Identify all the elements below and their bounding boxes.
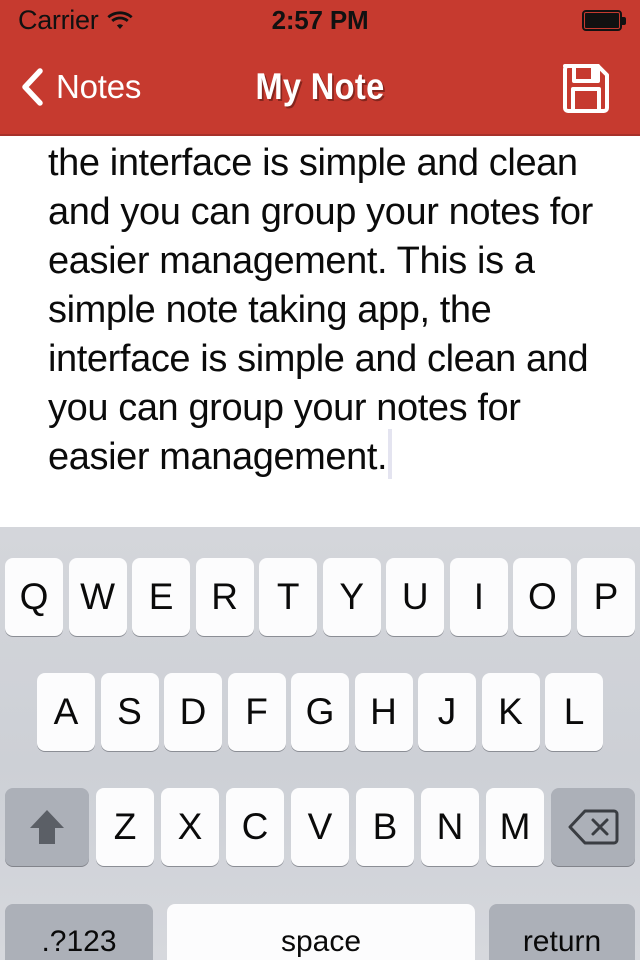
key-g[interactable]: G (291, 673, 349, 751)
key-d[interactable]: D (164, 673, 222, 751)
key-c[interactable]: C (226, 788, 284, 866)
onscreen-keyboard: Q W E R T Y U I O P A S D F G H J K L Z … (0, 527, 640, 960)
keyboard-row-2: A S D F G H J K L (0, 673, 640, 751)
floppy-disk-save-icon (560, 61, 612, 113)
key-y[interactable]: Y (322, 558, 381, 636)
key-r[interactable]: R (195, 558, 254, 636)
return-key[interactable]: return (489, 904, 635, 960)
battery-full-icon (582, 9, 626, 31)
note-body-text[interactable]: This is a simple note taking app, the in… (48, 138, 604, 482)
key-n[interactable]: N (421, 788, 479, 866)
key-u[interactable]: U (386, 558, 445, 636)
note-editor-screen: Carrier 2:57 PM Notes My Note the interf… (0, 0, 640, 960)
status-bar-right (582, 0, 626, 40)
key-v[interactable]: V (291, 788, 349, 866)
shift-arrow-up-icon (25, 807, 69, 847)
key-h[interactable]: H (354, 673, 413, 751)
key-m[interactable]: M (486, 788, 544, 866)
key-x[interactable]: X (161, 788, 219, 866)
key-j[interactable]: J (418, 673, 476, 751)
save-note-button[interactable] (554, 40, 618, 134)
delete-key[interactable] (551, 788, 635, 866)
numeric-mode-key[interactable]: .?123 (5, 904, 153, 960)
backspace-delete-icon (567, 808, 619, 846)
text-caret (388, 429, 392, 479)
status-bar: Carrier 2:57 PM (0, 0, 640, 40)
key-l[interactable]: L (545, 673, 603, 751)
keyboard-row-3: Z X C V B N M (0, 788, 640, 866)
key-s[interactable]: S (100, 673, 159, 751)
keyboard-row-4: .?123 space return (0, 904, 640, 960)
back-button-label: Notes (56, 68, 142, 105)
shift-key[interactable] (5, 788, 89, 866)
navigation-bar: Notes My Note (0, 40, 640, 136)
key-p[interactable]: P (576, 558, 635, 636)
key-a[interactable]: A (37, 673, 95, 751)
key-f[interactable]: F (227, 673, 286, 751)
chevron-left-icon (20, 68, 44, 106)
key-t[interactable]: T (259, 558, 318, 636)
key-b[interactable]: B (356, 788, 414, 866)
key-w[interactable]: W (68, 558, 127, 636)
space-key[interactable]: space (167, 904, 475, 960)
key-k[interactable]: K (481, 673, 540, 751)
key-e[interactable]: E (132, 558, 191, 636)
note-text-area[interactable]: This is a simple note taking app, the in… (0, 138, 640, 527)
key-i[interactable]: I (449, 558, 508, 636)
key-z[interactable]: Z (96, 788, 154, 866)
back-to-notes-button[interactable]: Notes (14, 40, 147, 134)
key-o[interactable]: O (513, 558, 572, 636)
keyboard-row-1: Q W E R T Y U I O P (0, 558, 640, 636)
status-bar-time: 2:57 PM (271, 4, 369, 35)
key-q[interactable]: Q (5, 558, 63, 636)
